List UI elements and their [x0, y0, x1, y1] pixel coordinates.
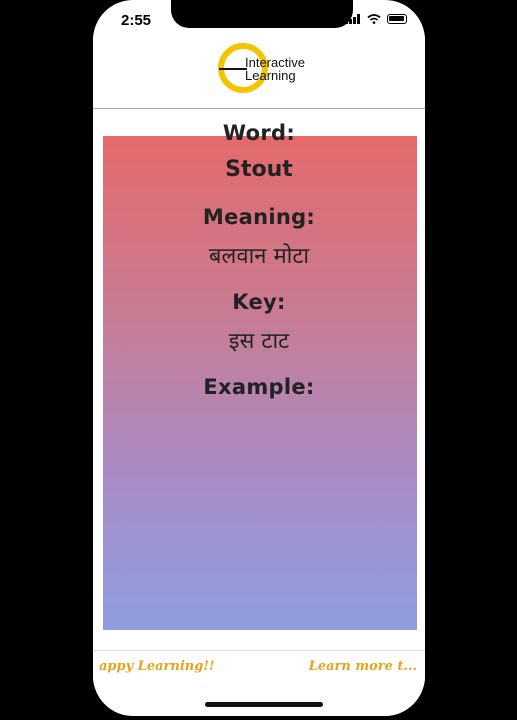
home-indicator[interactable]: [205, 702, 323, 707]
logo-line-2: Learning: [245, 68, 296, 83]
learn-more-link[interactable]: Learn more t...: [309, 659, 417, 674]
example-label: Example:: [203, 375, 315, 399]
key-value: इस टाट: [228, 329, 290, 354]
signal-icon: [345, 14, 360, 24]
device-notch: [171, 0, 353, 28]
wifi-icon: [367, 14, 381, 24]
footer-marquee-left: appy Learning!!: [99, 659, 215, 674]
word-label: Word:: [222, 121, 296, 145]
meaning-label: Meaning:: [202, 205, 316, 229]
battery-icon: [387, 14, 407, 24]
app-header: Interactive Learning: [93, 36, 425, 108]
phone-frame: 2:55 Interactive Learning Word: Stout Me…: [89, 0, 429, 720]
word-value: Stout: [225, 157, 293, 182]
meaning-value: बलवान मोटा: [208, 244, 310, 269]
header-divider: [93, 108, 425, 109]
key-label: Key:: [232, 290, 286, 314]
app-footer: appy Learning!! Learn more t...: [93, 650, 425, 687]
status-time: 2:55: [121, 12, 152, 29]
app-screen: 2:55 Interactive Learning Word: Stout Me…: [93, 0, 425, 716]
status-icons: [345, 14, 407, 24]
logo-wordmark: Interactive Learning: [245, 56, 305, 82]
